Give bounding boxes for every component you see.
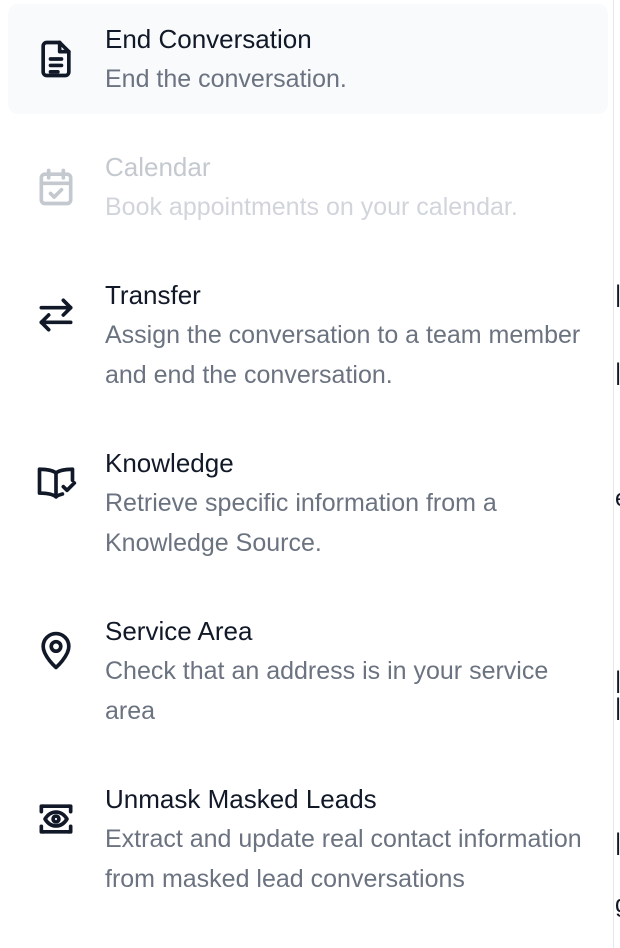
menu-item-transfer[interactable]: Transfer Assign the conversation to a te…	[8, 260, 608, 410]
menu-item-description: Retrieve specific information from a Kno…	[105, 489, 497, 557]
menu-item-title: End Conversation	[105, 24, 312, 54]
menu-item-description: Book appointments on your calendar.	[105, 193, 518, 221]
menu-item-description: Extract and update real contact informat…	[105, 825, 582, 893]
menu-item-title: Unmask Masked Leads	[105, 784, 377, 814]
menu-item-service-area[interactable]: Service Area Check that an address is in…	[8, 596, 608, 746]
menu-item-calendar: Calendar Book appointments on your calen…	[8, 132, 608, 242]
document-icon	[34, 37, 78, 81]
menu-item-title: Calendar	[105, 152, 211, 182]
menu-item-knowledge[interactable]: Knowledge Retrieve specific information …	[8, 428, 608, 578]
book-check-icon	[34, 461, 78, 505]
menu-item-description: Assign the conversation to a team member…	[105, 321, 581, 389]
arrows-transfer-icon	[34, 293, 78, 337]
eye-scan-icon	[34, 797, 78, 841]
menu-item-description: Check that an address is in your service…	[105, 657, 549, 725]
menu-item-description: End the conversation.	[105, 65, 347, 93]
map-pin-icon	[34, 629, 78, 673]
menu-item-title: Service Area	[105, 616, 253, 646]
tool-picker-menu: End Conversation End the conversation. C…	[0, 0, 614, 948]
menu-item-title: Transfer	[105, 280, 201, 310]
calendar-check-icon	[34, 165, 78, 209]
background-page-edge: | | e | | | g	[615, 281, 620, 918]
menu-item-end-conversation[interactable]: End Conversation End the conversation.	[8, 4, 608, 114]
menu-item-unmask-masked-leads[interactable]: Unmask Masked Leads Extract and update r…	[8, 764, 608, 948]
menu-item-title: Knowledge	[105, 448, 234, 478]
